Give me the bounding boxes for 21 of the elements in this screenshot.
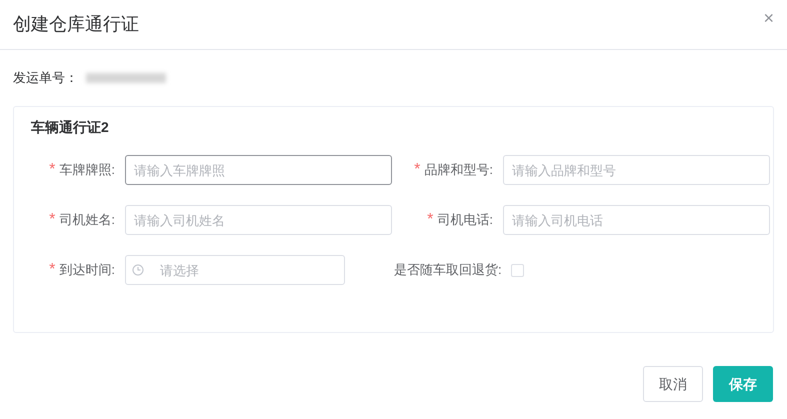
required-mark: * [49, 160, 56, 180]
required-mark: * [49, 260, 56, 280]
field-label: 是否随车取回退货: [394, 261, 502, 280]
clock-icon [132, 264, 144, 276]
shipment-label: 发运单号： [13, 69, 78, 88]
input-field[interactable]: 请输入车牌牌照 [125, 155, 392, 185]
field-label: 到达时间: [59, 261, 115, 280]
cancel-button[interactable]: 取消 [643, 366, 703, 402]
dialog-title: 创建仓库通行证 [13, 13, 139, 36]
card-title: 车辆通行证2 [30, 118, 110, 137]
field-label: 车牌牌照: [59, 161, 115, 180]
required-mark: * [49, 210, 56, 230]
close-button[interactable]: × [763, 8, 774, 26]
required-mark: * [427, 210, 434, 230]
checkbox[interactable] [510, 264, 524, 276]
save-button[interactable]: 保存 [713, 366, 773, 402]
required-mark: * [414, 160, 420, 180]
date-field[interactable]: 请选择 [125, 255, 345, 285]
field-label: 司机电话: [437, 211, 493, 230]
field-label: 司机姓名: [59, 211, 115, 230]
field-label: 品牌和型号: [424, 161, 493, 180]
